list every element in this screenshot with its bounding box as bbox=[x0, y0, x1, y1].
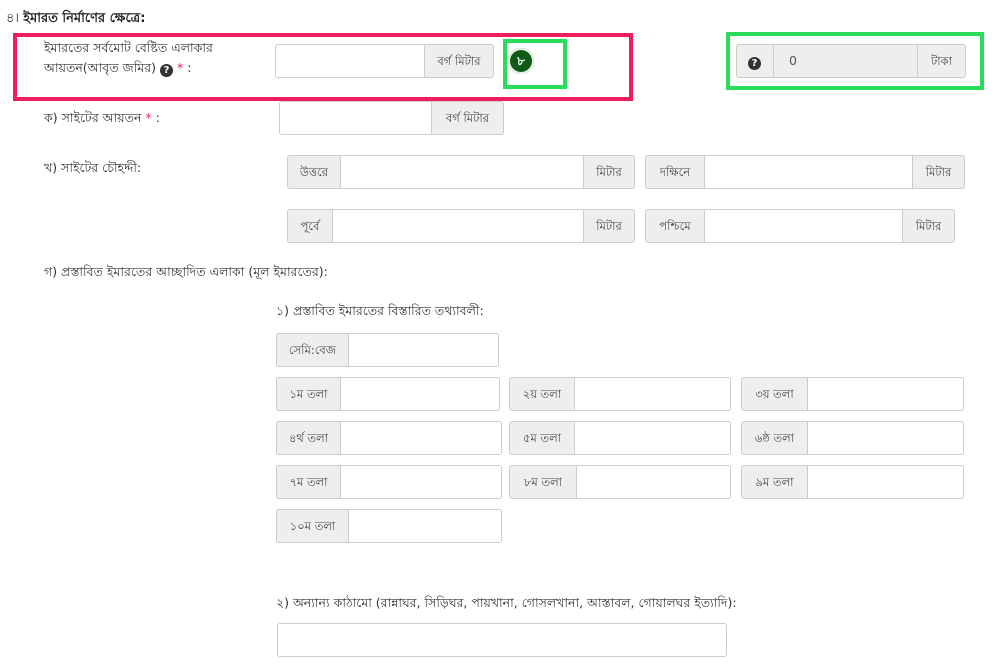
floor-7-input[interactable] bbox=[340, 465, 502, 499]
fee-question-circle-icon[interactable]: ? bbox=[748, 57, 761, 70]
required-mark: * bbox=[145, 110, 152, 125]
north-unit: মিটার bbox=[583, 155, 635, 189]
floor-8-addon: ৮ম তলা bbox=[509, 465, 577, 499]
fee-display-group: ? 0 টাকা bbox=[736, 44, 966, 78]
west-unit: মিটার bbox=[902, 209, 955, 243]
boundary-label: খ) সাইটের চৌহদ্দী: bbox=[44, 160, 142, 175]
floor-3-input[interactable] bbox=[807, 377, 964, 411]
floor-2-addon: ২য় তলা bbox=[509, 377, 575, 411]
floor-3-addon: ৩য় তলা bbox=[741, 377, 808, 411]
south-addon: দক্ষিনে bbox=[645, 155, 705, 189]
floor-6-addon: ৬ষ্ঠ তলা bbox=[741, 421, 808, 455]
fee-value: 0 bbox=[789, 53, 797, 68]
floor-5-input[interactable] bbox=[574, 421, 731, 455]
label-colon: : bbox=[187, 60, 192, 75]
section-heading: ৪। ইমারত নির্মাণের ক্ষেত্রে: bbox=[6, 9, 145, 30]
floor-7-addon: ৭ম তলা bbox=[276, 465, 341, 499]
total-area-label-line1: ইমারতের সর্বমোট বেষ্টিত এলাকার bbox=[44, 40, 213, 55]
question-circle-icon[interactable]: ? bbox=[160, 64, 173, 77]
floor-2-input[interactable] bbox=[574, 377, 731, 411]
north-addon: উত্তরে bbox=[287, 155, 341, 189]
site-area-input[interactable] bbox=[279, 101, 432, 135]
semi-basement-input[interactable] bbox=[348, 333, 499, 367]
floor-1-addon: ১ম তলা bbox=[276, 377, 341, 411]
label-colon: : bbox=[155, 110, 160, 125]
east-unit: মিটার bbox=[583, 209, 635, 243]
south-input[interactable] bbox=[704, 155, 913, 189]
floor-9-input[interactable] bbox=[807, 465, 964, 499]
floor-5-addon: ৫ম তলা bbox=[509, 421, 575, 455]
south-unit: মিটার bbox=[912, 155, 965, 189]
other-structures-label: ২) অন্যান্য কাঠামো (রান্নাঘর, সিড়িঘর, প… bbox=[276, 595, 737, 610]
total-area-input[interactable] bbox=[275, 44, 425, 78]
covered-area-label: গ) প্রস্তাবিত ইমারতের আচ্ছাদিত এলাকা (মূ… bbox=[44, 264, 328, 279]
total-area-label-line2: আয়তন(আবৃত জমির) bbox=[44, 60, 157, 75]
details-label: ১) প্রস্তাবিত ইমারতের বিস্তারিত তথ্যাবলী… bbox=[276, 303, 484, 318]
east-addon: পূর্বে bbox=[287, 209, 333, 243]
total-area-unit: বর্গ মিটার bbox=[424, 44, 494, 78]
section-number: ৪। bbox=[6, 11, 20, 26]
floor-10-input[interactable] bbox=[348, 509, 502, 543]
north-input[interactable] bbox=[340, 155, 584, 189]
west-addon: পশ্চিমে bbox=[645, 209, 705, 243]
floor-1-input[interactable] bbox=[340, 377, 500, 411]
section-title: ইমারত নির্মাণের ক্ষেত্রে: bbox=[23, 11, 146, 26]
floor-8-input[interactable] bbox=[576, 465, 731, 499]
other-structures-input[interactable] bbox=[277, 623, 727, 657]
floor-10-addon: ১০ম তলা bbox=[276, 509, 349, 543]
floor-4-input[interactable] bbox=[340, 421, 502, 455]
west-input[interactable] bbox=[704, 209, 903, 243]
total-area-label: ইমারতের সর্বমোট বেষ্টিত এলাকার আয়তন(আবৃ… bbox=[44, 38, 213, 78]
site-area-label: ক) সাইটের আয়তন bbox=[44, 110, 142, 125]
site-area-unit: বর্গ মিটার bbox=[431, 101, 504, 135]
floor-4-addon: ৪র্থ তলা bbox=[276, 421, 341, 455]
floor-6-input[interactable] bbox=[807, 421, 964, 455]
required-mark: * bbox=[176, 60, 184, 75]
east-input[interactable] bbox=[332, 209, 584, 243]
floor-9-addon: ৯ম তলা bbox=[741, 465, 808, 499]
divider bbox=[773, 45, 774, 77]
semi-basement-addon: সেমি:বেজ bbox=[276, 333, 349, 367]
count-badge: ৮ bbox=[508, 48, 534, 74]
site-area-label-wrap: ক) সাইটের আয়তন * : bbox=[44, 108, 160, 128]
fee-unit: টাকা bbox=[931, 54, 952, 68]
